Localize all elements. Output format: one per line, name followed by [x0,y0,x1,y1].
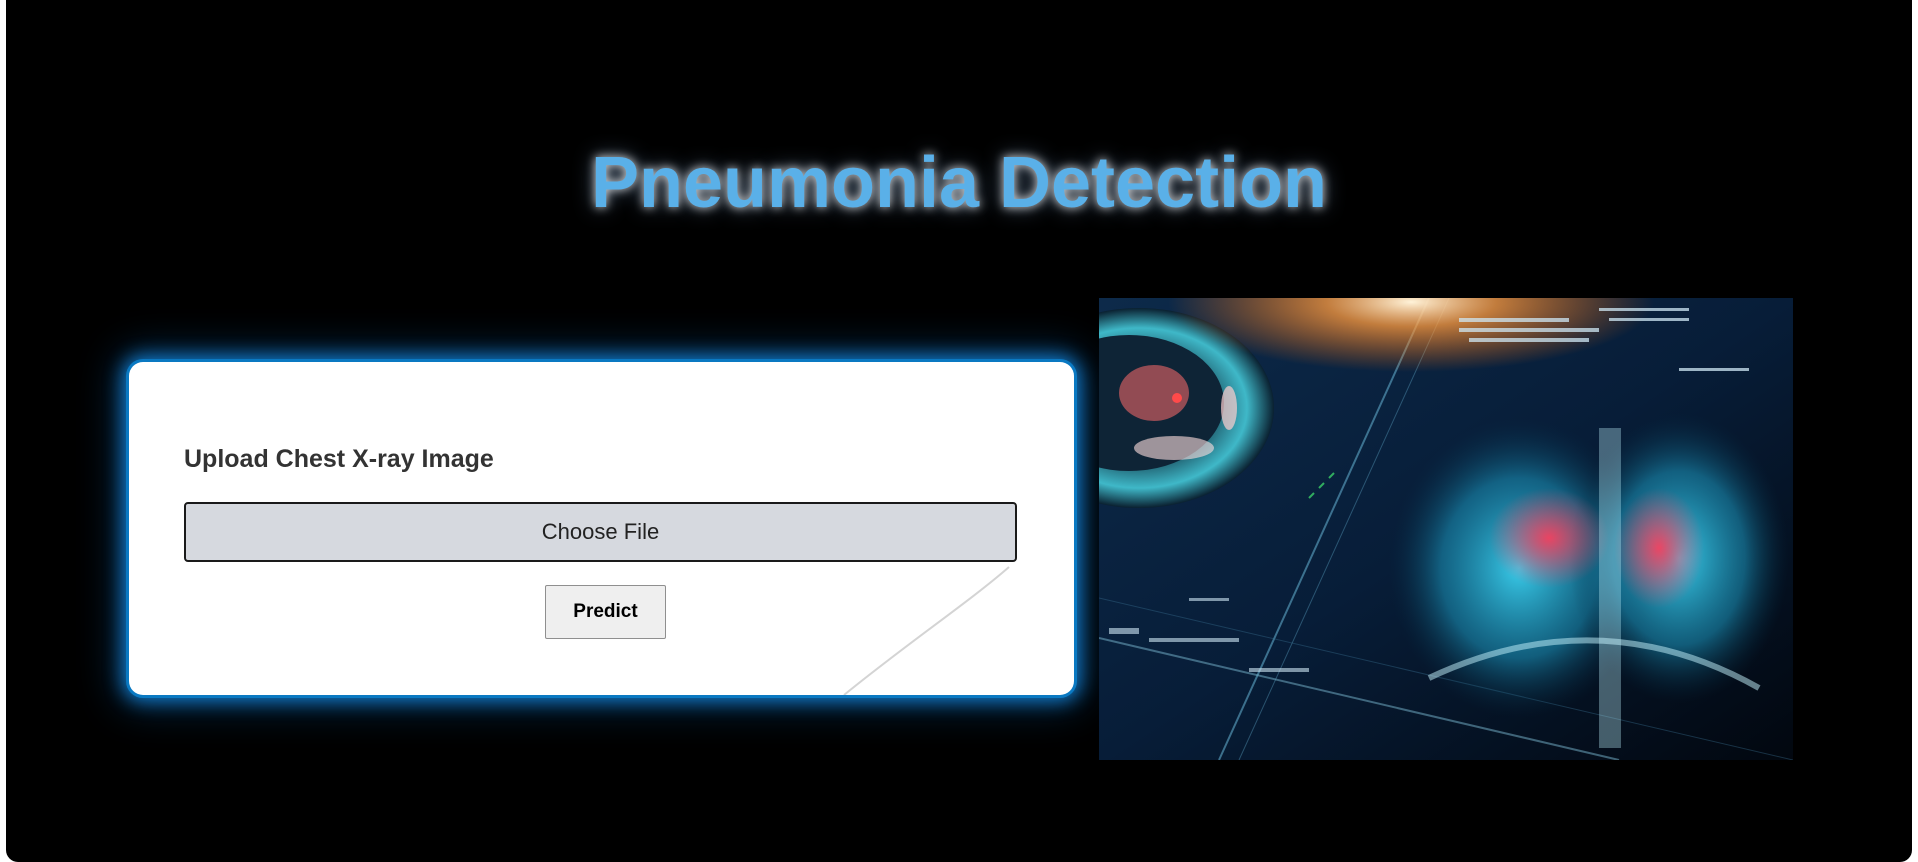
upload-label: Upload Chest X-ray Image [184,445,494,473]
page-title: Pneumonia Detection [590,143,1328,223]
page-background: Pneumonia Detection Upload Chest X-ray I… [6,0,1912,862]
upload-card: Upload Chest X-ray Image Choose File Pre… [129,362,1074,695]
choose-file-input[interactable]: Choose File [184,502,1017,562]
xray-illustration [1099,298,1793,760]
chest-xray-monitor-image [1099,298,1793,760]
choose-file-label: Choose File [541,519,660,544]
predict-button[interactable]: Predict [545,585,666,639]
